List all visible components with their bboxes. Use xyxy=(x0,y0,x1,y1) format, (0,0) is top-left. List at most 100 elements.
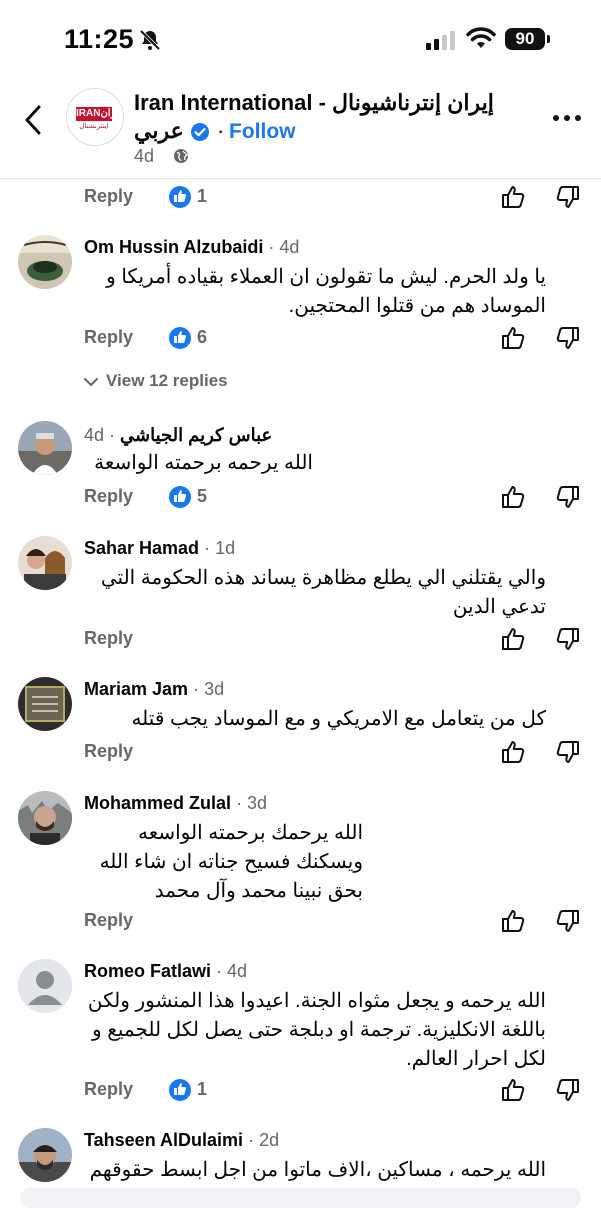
comment-line: الموساد هم من قتلوا المحتجين. xyxy=(288,295,546,317)
commenter-avatar[interactable] xyxy=(18,677,72,731)
thumbs-down-icon[interactable] xyxy=(555,1077,581,1103)
like-reaction-icon xyxy=(169,1079,191,1101)
comment-actions: Reply xyxy=(84,741,584,769)
wifi-icon xyxy=(466,27,496,48)
commenter-name[interactable]: 4d · عباس كريم الجياشي xyxy=(84,425,272,446)
comment-time: · 3d xyxy=(193,679,225,699)
page-avatar[interactable]: IRANإيران اینترنشنال xyxy=(66,88,124,146)
thumbs-down-icon[interactable] xyxy=(555,739,581,765)
post-header: IRANإيران اینترنشنال Iran International … xyxy=(0,82,601,179)
comment-time: · 2d xyxy=(248,1130,280,1150)
follow-button[interactable]: Follow xyxy=(229,120,296,144)
comment-line: يا ولد الحرم. ليش ما تقولون ان العملاء ب… xyxy=(106,266,546,288)
thumbs-up-icon[interactable] xyxy=(500,484,526,510)
page-name-suffix[interactable]: عربي xyxy=(134,118,184,144)
comment-text: الله يرحمه برحمته الواسعة xyxy=(94,449,313,478)
comment-time-value: 3d xyxy=(204,679,225,699)
comment-text: الله يرحمك برحمته الواسعه ويسكنك فسيح جن… xyxy=(100,819,363,906)
reply-button[interactable]: Reply xyxy=(84,628,133,649)
thumbs-down-icon[interactable] xyxy=(555,325,581,351)
thumbs-down-icon[interactable] xyxy=(555,484,581,510)
commenter-name[interactable]: Sahar Hamad · 1d xyxy=(84,538,235,559)
thumbs-down-icon[interactable] xyxy=(555,184,581,210)
commenter-name[interactable]: Mohammed Zulal · 3d xyxy=(84,793,267,814)
comment-text: الله يرحمه و يجعل مثواه الجنة. اعيدوا هذ… xyxy=(88,987,546,1074)
comment-line: باللغة الانكليزية. ترجمة او دبلجة حتى يص… xyxy=(92,1019,546,1041)
comment-line: والي يقتلني الي يطلع مظاهرة يساند هذه ال… xyxy=(100,567,546,589)
reply-button[interactable]: Reply xyxy=(84,327,133,348)
like-count: 1 xyxy=(197,1079,208,1099)
view-replies-label[interactable]: View 12 replies xyxy=(106,371,228,390)
comment-actions: Reply xyxy=(84,628,584,656)
like-count: 1 xyxy=(197,186,208,206)
thumbs-up-icon[interactable] xyxy=(500,908,526,934)
reply-button[interactable]: Reply xyxy=(84,910,133,931)
commenter-name[interactable]: Om Hussin Alzubaidi · 4d xyxy=(84,237,299,258)
reply-button[interactable]: Reply xyxy=(84,486,133,507)
page-name[interactable]: Iran International - إيران إنترناشيونال xyxy=(134,90,494,116)
back-chevron-icon[interactable] xyxy=(22,104,44,136)
comment-time-value: 4d xyxy=(227,961,248,981)
comment-line: تدعي الدين xyxy=(452,596,546,618)
commenter-name-text[interactable]: Tahseen AlDulaimi xyxy=(84,1130,243,1150)
commenter-name-text[interactable]: Romeo Fatlawi xyxy=(84,961,211,981)
comment-time: · 4d xyxy=(268,237,300,257)
commenter-name[interactable]: Tahseen AlDulaimi · 2d xyxy=(84,1130,279,1151)
reply-button[interactable]: Reply xyxy=(84,741,133,762)
commenter-name-text[interactable]: Om Hussin Alzubaidi xyxy=(84,237,263,257)
more-options-icon[interactable] xyxy=(552,114,582,122)
reply-button[interactable]: Reply xyxy=(84,186,133,207)
globe-icon xyxy=(174,149,188,163)
comment-time: · 4d xyxy=(216,961,248,981)
commenter-name-text[interactable]: Sahar Hamad xyxy=(84,538,199,558)
commenter-avatar[interactable] xyxy=(18,791,72,845)
thumbs-up-icon[interactable] xyxy=(500,1077,526,1103)
reply-button[interactable]: Reply xyxy=(84,1079,133,1100)
commenter-name[interactable]: Mariam Jam · 3d xyxy=(84,679,224,700)
commenter-avatar[interactable] xyxy=(18,235,72,289)
commenter-avatar[interactable] xyxy=(18,959,72,1013)
thumbs-down-icon[interactable] xyxy=(555,626,581,652)
like-count: 5 xyxy=(197,486,208,506)
comment-actions: Reply 5 xyxy=(84,486,584,514)
comment-text: يا ولد الحرم. ليش ما تقولون ان العملاء ب… xyxy=(106,263,546,321)
separator-dot: · xyxy=(217,118,225,143)
status-bar: 11:25 90 xyxy=(0,0,601,80)
bell-slash-icon xyxy=(139,29,161,51)
battery-indicator: 90 xyxy=(505,28,545,50)
comment-actions: Reply 6 xyxy=(84,327,584,355)
thumbs-up-icon[interactable] xyxy=(500,626,526,652)
thumbs-down-icon[interactable] xyxy=(555,908,581,934)
comment-time: 4d · xyxy=(84,425,121,445)
commenter-name[interactable]: Romeo Fatlawi · 4d xyxy=(84,961,247,982)
comment-line: لكل احرار العالم. xyxy=(406,1048,546,1070)
comment-time-value: 1d xyxy=(215,538,236,558)
battery-tip xyxy=(547,35,550,43)
like-reaction-icon xyxy=(169,327,191,349)
thumbs-up-icon[interactable] xyxy=(500,325,526,351)
commenter-avatar[interactable] xyxy=(18,421,72,475)
thumbs-up-icon[interactable] xyxy=(500,184,526,210)
commenter-avatar[interactable] xyxy=(18,536,72,590)
comment-time-value: 3d xyxy=(247,793,268,813)
view-replies-button[interactable]: View 12 replies xyxy=(84,371,228,391)
like-reaction-icon xyxy=(169,486,191,508)
verified-badge-icon xyxy=(191,123,209,141)
comment-time-value: 4d xyxy=(279,237,300,257)
comment-text: والي يقتلني الي يطلع مظاهرة يساند هذه ال… xyxy=(101,564,546,622)
page-logo-sub: اینترنشنال xyxy=(79,123,109,130)
comment-time-value: 2d xyxy=(259,1130,280,1150)
comment-text: الله يرحمه ، مساكين ،الاف ماتوا من اجل ا… xyxy=(90,1156,546,1185)
thumbs-up-icon[interactable] xyxy=(500,739,526,765)
comment-line: بحق نبينا محمد وآل محمد xyxy=(154,880,363,902)
status-time: 11:25 xyxy=(64,24,135,54)
commenter-avatar[interactable] xyxy=(18,1128,72,1182)
commenter-name-text[interactable]: Mohammed Zulal xyxy=(84,793,231,813)
comment-line: الله يرحمه ، مساكين ،الاف ماتوا من اجل ا… xyxy=(89,1159,546,1181)
commenter-name-text[interactable]: عباس كريم الجياشي xyxy=(120,425,272,445)
comment-time: · 3d xyxy=(236,793,268,813)
comment-input-bar[interactable] xyxy=(20,1188,581,1208)
commenter-name-text[interactable]: Mariam Jam xyxy=(84,679,188,699)
comment-line: الله يرحمه و يجعل مثواه الجنة. اعيدوا هذ… xyxy=(87,990,546,1012)
cellular-signal-icon xyxy=(426,31,455,50)
